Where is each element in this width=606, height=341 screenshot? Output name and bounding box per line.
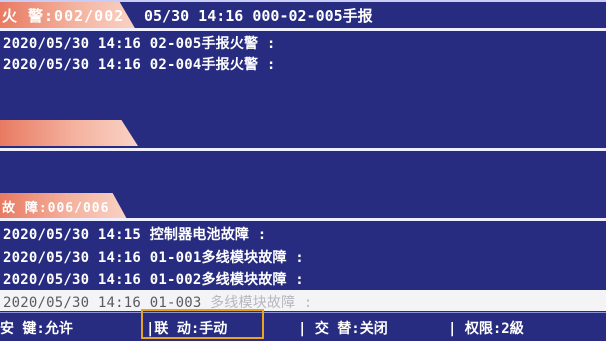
section-ribbon: [0, 120, 138, 146]
fire-alarm-tab-label: 火 警:002/002: [2, 7, 125, 25]
fire-event-row[interactable]: 2020/05/30 14:16 02-005手报火警 :: [3, 33, 276, 53]
fire-header-event: 05/30 14:16 000-02-005手报: [144, 7, 373, 25]
status-bar-divider: [0, 312, 606, 313]
section-divider: [0, 148, 606, 151]
fault-event-row[interactable]: 2020/05/30 14:16 01-001多线模块故障 :: [3, 247, 304, 267]
linkage-highlight-box: [141, 309, 264, 339]
fire-header-divider: [0, 28, 606, 31]
alternate-status[interactable]: | 交 替:关闭: [298, 318, 388, 338]
fire-event-row[interactable]: 2020/05/30 14:16 02-004手报火警 :: [3, 54, 276, 74]
fault-event-row[interactable]: 2020/05/30 14:15 控制器电池故障 :: [3, 224, 266, 244]
key-status[interactable]: 安 键:允许: [0, 318, 73, 338]
permission-status[interactable]: | 权限:2級: [448, 318, 524, 338]
top-divider: [0, 0, 606, 2]
fault-header-divider: [0, 218, 606, 221]
fault-event-row[interactable]: 2020/05/30 14:16 01-002多线模块故障 :: [3, 269, 304, 289]
fault-tab-label: 故 障:006/006: [2, 201, 110, 216]
